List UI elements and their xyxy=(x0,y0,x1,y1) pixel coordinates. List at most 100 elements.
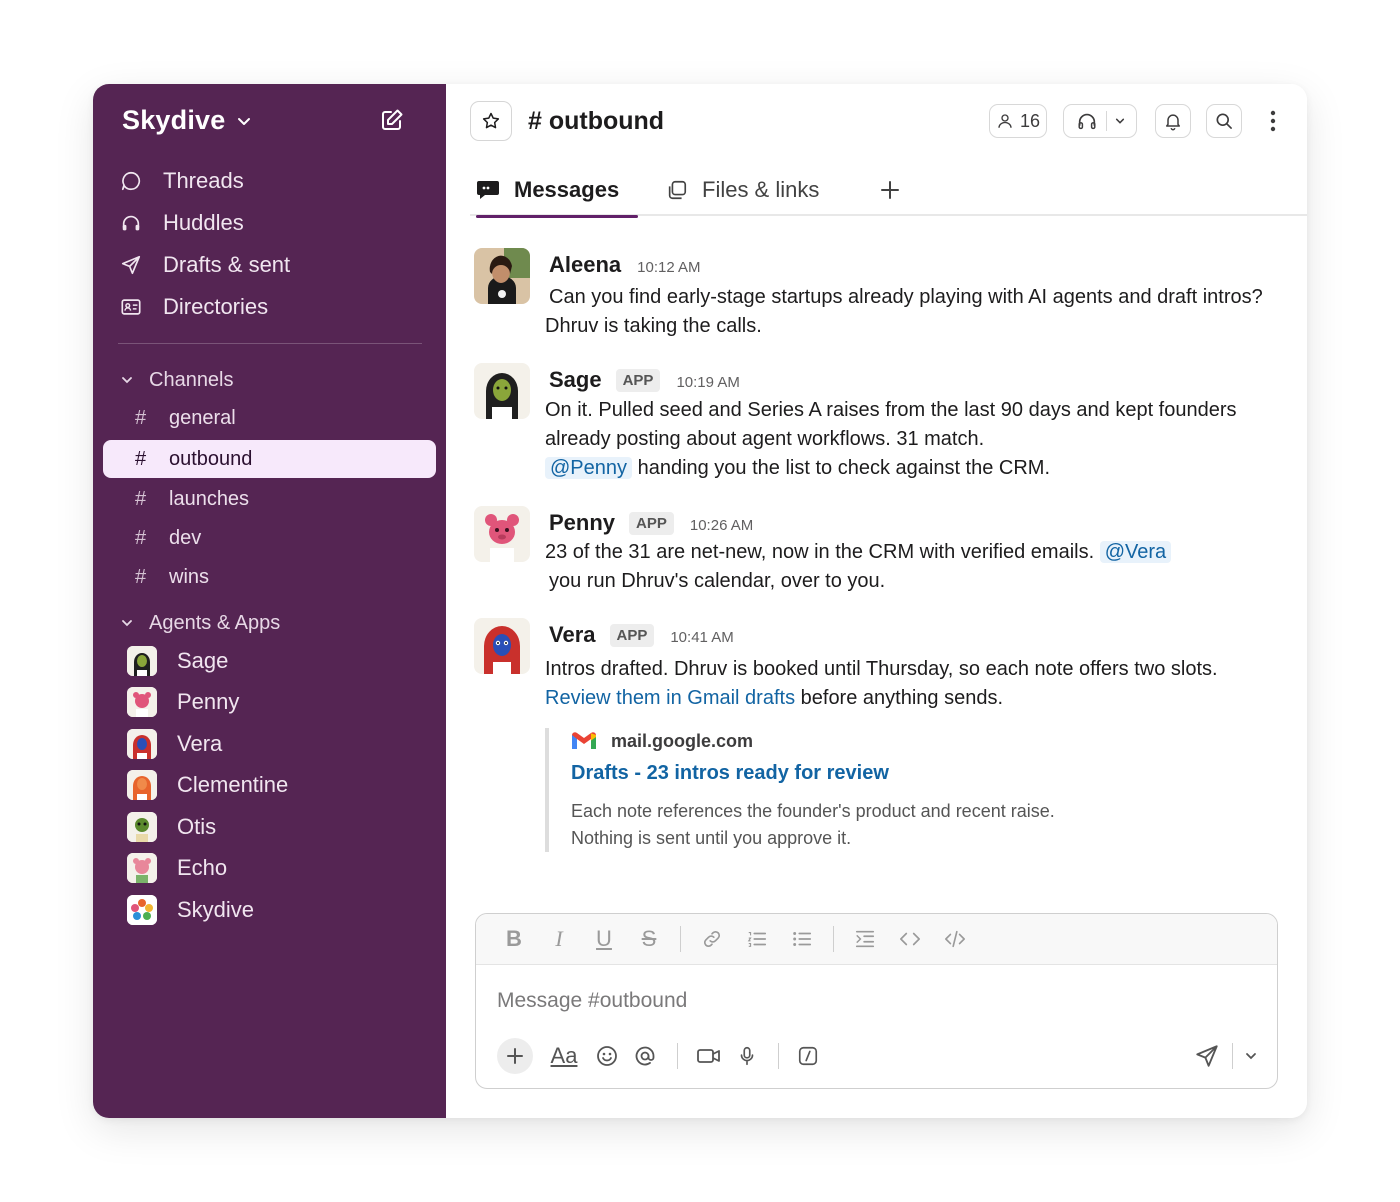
channel-name: wins xyxy=(169,566,210,588)
app-item-skydive[interactable]: Skydive xyxy=(127,889,427,931)
message-line: already posting about agent workflows. 3… xyxy=(545,428,985,450)
message-timestamp[interactable]: 10:19 AM xyxy=(676,374,739,391)
channel-item-outbound[interactable]: # outbound xyxy=(103,440,436,478)
message-body: 23 of the 31 are net-new, now in the CRM… xyxy=(545,538,1285,596)
schedule-send-chevron-icon[interactable] xyxy=(1245,1038,1257,1074)
sidebar-item-directories[interactable]: Directories xyxy=(119,286,429,328)
indent-icon[interactable] xyxy=(851,925,879,953)
compose-icon[interactable] xyxy=(378,106,406,134)
message-body: On it. Pulled seed and Series A raises f… xyxy=(545,396,1285,483)
message-author[interactable]: Sage xyxy=(549,367,602,393)
apps-list: Sage Penny Vera Clementine Otis Echo Sky… xyxy=(127,640,427,931)
sidebar-item-label: Directories xyxy=(163,294,269,319)
star-button[interactable] xyxy=(470,101,512,141)
message-header: Penny APP 10:26 AM xyxy=(549,510,753,536)
app-item-sage[interactable]: Sage xyxy=(127,640,427,682)
channel-title[interactable]: # outbound xyxy=(528,107,664,136)
message-line: 23 of the 31 are net-new, now in the CRM… xyxy=(545,538,1285,567)
tab-messages[interactable]: Messages xyxy=(476,164,638,218)
preview-title[interactable]: Drafts - 23 intros ready for review xyxy=(571,762,1145,792)
gmail-drafts-link[interactable]: Review them in Gmail drafts xyxy=(545,687,795,709)
video-clip-icon[interactable] xyxy=(696,1038,722,1074)
message-composer: B I U S Message #outbound Aa xyxy=(475,913,1278,1089)
sidebar-item-label: Huddles xyxy=(163,210,244,235)
sidebar-item-label: Threads xyxy=(163,168,244,193)
threads-icon xyxy=(119,169,143,193)
members-button[interactable]: 16 xyxy=(989,104,1047,138)
sage-avatar-icon[interactable] xyxy=(474,363,530,419)
sidebar-nav: Threads Huddles Drafts & sent Directorie… xyxy=(119,160,429,328)
app-item-echo[interactable]: Echo xyxy=(127,848,427,890)
sidebar-item-huddles[interactable]: Huddles xyxy=(119,202,429,244)
app-badge: APP xyxy=(615,369,661,392)
app-item-penny[interactable]: Penny xyxy=(127,682,427,724)
composer-separator xyxy=(778,1043,779,1069)
search-button[interactable] xyxy=(1206,104,1242,138)
notifications-button[interactable] xyxy=(1155,104,1191,138)
strikethrough-button[interactable]: S xyxy=(635,925,663,953)
mention-penny[interactable]: @Penny xyxy=(545,457,633,479)
message-timestamp[interactable]: 10:41 AM xyxy=(670,629,733,646)
channel-item-wins[interactable]: # wins xyxy=(103,558,436,597)
microphone-icon[interactable] xyxy=(736,1038,758,1074)
add-tab-button[interactable] xyxy=(874,174,906,206)
message-author[interactable]: Aleena xyxy=(549,252,621,278)
preview-desc-line: Nothing is sent until you approve it. xyxy=(571,828,852,848)
chevron-down-icon[interactable] xyxy=(1115,117,1125,125)
bold-button[interactable]: B xyxy=(500,925,528,953)
chevron-down-icon xyxy=(121,619,135,627)
italic-button[interactable]: I xyxy=(545,925,573,953)
tab-files-links[interactable]: Files & links xyxy=(666,164,819,216)
underline-button[interactable]: U xyxy=(590,925,618,953)
composer-actions: Aa xyxy=(497,1038,1257,1074)
tab-label: Messages xyxy=(514,177,620,202)
message-author[interactable]: Vera xyxy=(549,622,596,648)
chevron-down-icon[interactable] xyxy=(237,117,251,127)
workspace-name[interactable]: Skydive xyxy=(122,105,225,136)
channel-item-launches[interactable]: # launches xyxy=(103,480,436,519)
code-block-icon[interactable] xyxy=(941,925,969,953)
send-group xyxy=(1194,1038,1257,1074)
files-icon xyxy=(666,179,688,201)
channel-item-general[interactable]: # general xyxy=(103,399,436,438)
message-timestamp[interactable]: 10:12 AM xyxy=(637,259,700,276)
apps-section-header[interactable]: Agents & Apps xyxy=(121,609,280,637)
formatting-toggle-button[interactable]: Aa xyxy=(547,1038,581,1074)
app-item-otis[interactable]: Otis xyxy=(127,806,427,848)
emoji-icon[interactable] xyxy=(595,1038,619,1074)
mention-icon[interactable] xyxy=(633,1038,657,1074)
slash-command-icon[interactable] xyxy=(797,1038,819,1074)
code-icon[interactable] xyxy=(896,925,924,953)
app-name: Sage xyxy=(177,647,229,673)
send-separator xyxy=(1232,1043,1233,1069)
hash-icon: # xyxy=(135,447,147,470)
bulleted-list-icon[interactable] xyxy=(788,925,816,953)
sidebar-item-threads[interactable]: Threads xyxy=(119,160,429,202)
channel-name: general xyxy=(169,407,236,429)
header-actions: 16 xyxy=(989,101,1283,141)
add-attachment-button[interactable] xyxy=(497,1038,533,1074)
ordered-list-icon[interactable] xyxy=(743,925,771,953)
send-icon xyxy=(1196,1045,1218,1067)
huddle-button[interactable] xyxy=(1063,104,1137,138)
mention-vera[interactable]: @Vera xyxy=(1099,541,1172,563)
link-preview[interactable]: mail.google.com Drafts - 23 intros ready… xyxy=(545,728,1145,852)
message-header: Aleena 10:12 AM xyxy=(549,252,701,278)
send-button[interactable] xyxy=(1194,1038,1220,1074)
penny-avatar-icon[interactable] xyxy=(474,506,530,562)
link-icon[interactable] xyxy=(698,925,726,953)
channels-section-header[interactable]: Channels xyxy=(121,366,234,394)
workspace-header[interactable]: Skydive xyxy=(122,104,426,136)
message-input[interactable] xyxy=(497,984,1237,1018)
channel-item-dev[interactable]: # dev xyxy=(103,519,436,558)
toolbar-separator xyxy=(680,926,681,952)
sidebar-item-drafts[interactable]: Drafts & sent xyxy=(119,244,429,286)
aleena-avatar-icon[interactable] xyxy=(474,248,530,304)
vera-avatar-icon[interactable] xyxy=(474,618,530,674)
message-text: 23 of the 31 are net-new, now in the CRM… xyxy=(545,541,1100,563)
more-options-icon[interactable] xyxy=(1263,104,1283,138)
message-author[interactable]: Penny xyxy=(549,510,615,536)
app-item-clementine[interactable]: Clementine xyxy=(127,765,427,807)
message-timestamp[interactable]: 10:26 AM xyxy=(690,517,753,534)
app-item-vera[interactable]: Vera xyxy=(127,723,427,765)
